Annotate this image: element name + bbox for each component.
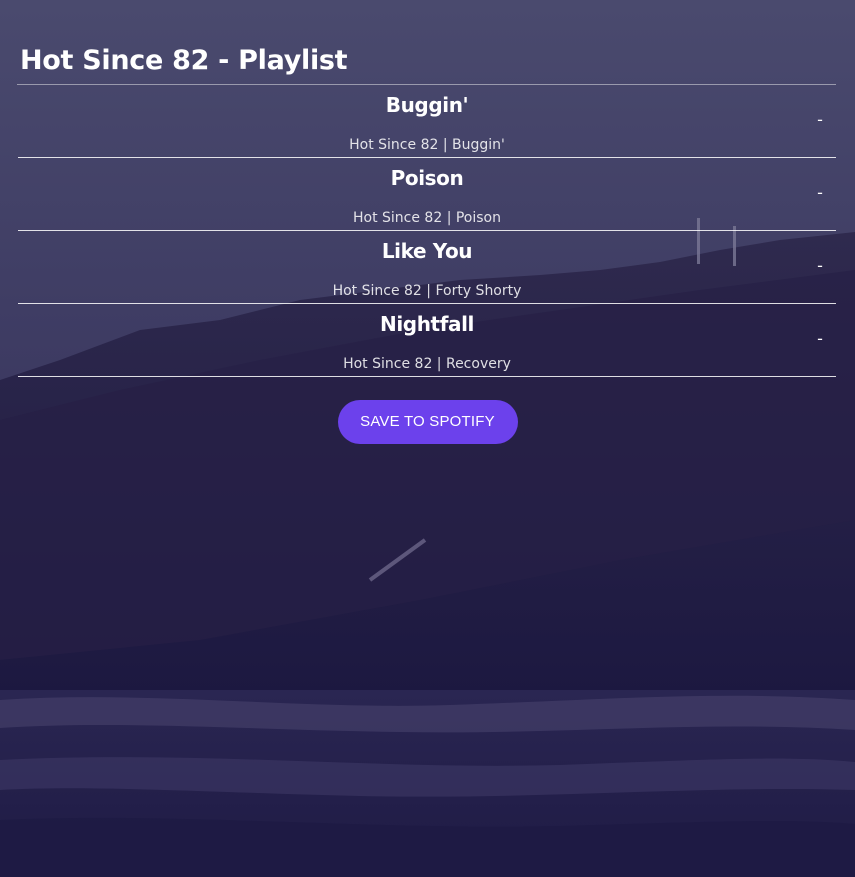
remove-track-button[interactable]: - — [812, 182, 828, 204]
remove-track-button[interactable]: - — [812, 109, 828, 131]
track-artist-album: Hot Since 82 | Forty Shorty — [332, 283, 522, 299]
track-name: Buggin' — [385, 93, 469, 117]
playlist-panel: Hot Since 82 - Playlist Buggin' Hot Sinc… — [17, 40, 836, 377]
track-list: Buggin' Hot Since 82 | Buggin' - Poison … — [17, 85, 836, 377]
track-item: Poison Hot Since 82 | Poison - — [18, 158, 836, 231]
save-area: SAVE TO SPOTIFY — [0, 400, 855, 444]
track-name: Like You — [381, 239, 473, 263]
remove-track-button[interactable]: - — [812, 328, 828, 350]
track-artist-album: Hot Since 82 | Buggin' — [349, 137, 505, 153]
track-artist-album: Hot Since 82 | Poison — [352, 210, 501, 226]
track-item: Nightfall Hot Since 82 | Recovery - — [18, 304, 836, 377]
track-name: Poison — [390, 166, 464, 190]
remove-track-button[interactable]: - — [812, 255, 828, 277]
track-artist-album: Hot Since 82 | Recovery — [343, 356, 511, 372]
save-to-spotify-button[interactable]: SAVE TO SPOTIFY — [337, 400, 518, 444]
track-item: Like You Hot Since 82 | Forty Shorty - — [18, 231, 836, 304]
track-item: Buggin' Hot Since 82 | Buggin' - — [18, 85, 836, 158]
playlist-title[interactable]: Hot Since 82 - Playlist — [20, 40, 836, 84]
track-name: Nightfall — [379, 312, 475, 336]
